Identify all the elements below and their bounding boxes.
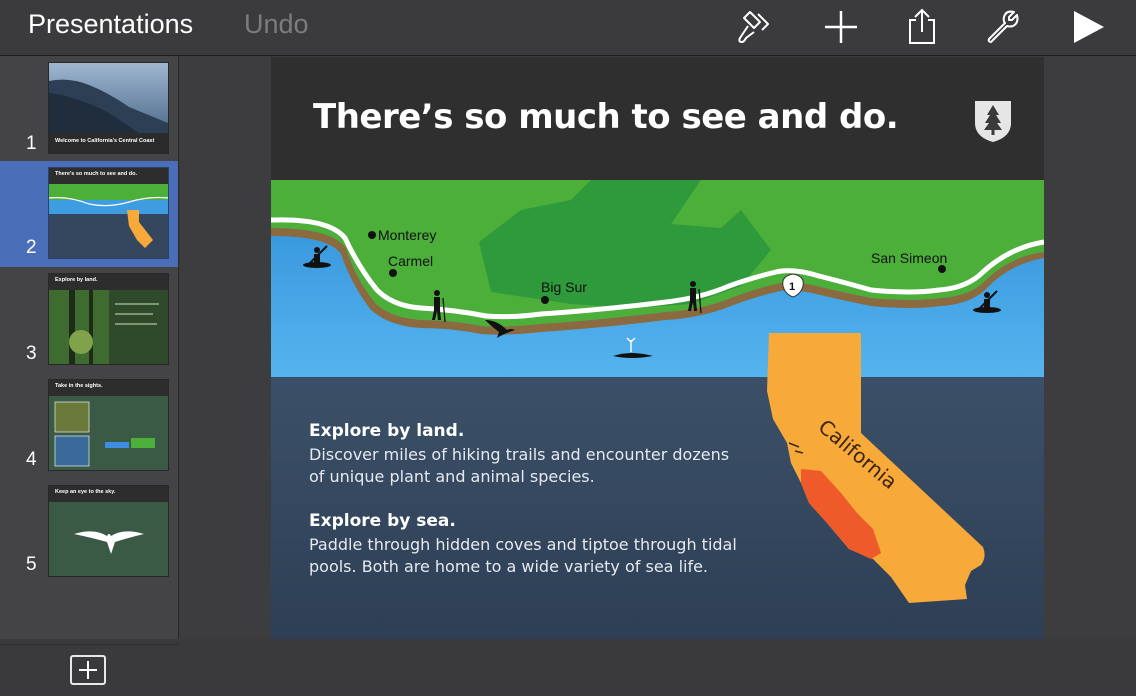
map-preview: [49, 184, 168, 258]
slide-number: 3: [26, 343, 37, 364]
map-marker: [389, 269, 397, 277]
slide-number: 5: [26, 554, 37, 575]
slide-preview: There's so much to see and do.: [49, 168, 168, 258]
slide-navigator: 1 Welcome to California's Central Coast …: [0, 56, 179, 685]
play-icon[interactable]: [1068, 8, 1106, 46]
slide-title: Welcome to California's Central Coast: [55, 138, 155, 144]
california-map: California: [767, 333, 985, 603]
share-icon[interactable]: [903, 8, 941, 46]
slide-preview: Keep an eye to the sky.: [49, 486, 168, 576]
label-big-sur: Big Sur: [541, 279, 587, 295]
chart-preview: [49, 396, 168, 470]
sea-section[interactable]: Explore by sea. Paddle through hidden co…: [309, 511, 739, 578]
add-slide-area: [0, 644, 178, 696]
slide-title: Explore by land.: [55, 277, 98, 283]
tree-badge-icon: [975, 101, 1011, 142]
undo-button[interactable]: Undo: [244, 9, 309, 40]
slide-thumbnail-4[interactable]: 4 Take in the sights.: [0, 373, 178, 479]
route-number: 1: [789, 281, 795, 293]
slide-number: 2: [26, 237, 37, 258]
slide-number: 1: [26, 133, 37, 154]
map-marker: [938, 265, 946, 273]
add-slide-button[interactable]: [70, 655, 106, 685]
plus-icon: [79, 661, 97, 679]
slide-thumbnail-5[interactable]: 5 Keep an eye to the sky.: [0, 479, 178, 585]
slide-preview: Take in the sights.: [49, 380, 168, 470]
paintbrush-icon[interactable]: [736, 8, 774, 46]
wrench-icon[interactable]: [984, 8, 1022, 46]
slide-title: There's so much to see and do.: [55, 171, 137, 177]
section-line: pools. Both are home to a wide variety o…: [309, 557, 709, 576]
section-line: of unique plant and animal species.: [309, 467, 595, 486]
map-marker: [368, 231, 376, 239]
section-heading: Explore by land.: [309, 421, 465, 441]
section-line: Paddle through hidden coves and tiptoe t…: [309, 535, 737, 554]
slide-title: Take in the sights.: [55, 383, 103, 389]
plus-icon[interactable]: [822, 8, 860, 46]
label-carmel: Carmel: [388, 253, 433, 269]
slide-preview: Welcome to California's Central Coast: [49, 63, 168, 153]
forest-photo: [49, 290, 168, 364]
slide-title[interactable]: There’s so much to see and do.: [313, 97, 899, 137]
land-section[interactable]: Explore by land. Discover miles of hikin…: [309, 421, 739, 488]
slide-thumbnail-1[interactable]: 1 Welcome to California's Central Coast: [0, 58, 178, 164]
label-monterey: Monterey: [378, 227, 436, 243]
presentations-button[interactable]: Presentations: [28, 9, 193, 40]
bird-preview: [49, 502, 168, 576]
slide-thumbnail-2[interactable]: 2 There's so much to see and do.: [0, 161, 178, 267]
label-san-simeon: San Simeon: [871, 250, 947, 266]
slide-number: 4: [26, 449, 37, 470]
section-heading: Explore by sea.: [309, 511, 456, 531]
slide-thumbnail-3[interactable]: 3 Explore by land.: [0, 267, 178, 373]
toolbar: Presentations Undo: [0, 0, 1136, 56]
current-slide[interactable]: There’s so much to see and do. Monterey …: [271, 57, 1044, 639]
slide-title: Keep an eye to the sky.: [55, 489, 116, 495]
section-line: Discover miles of hiking trails and enco…: [309, 445, 730, 464]
slide-preview: Explore by land.: [49, 274, 168, 364]
slide-header: There’s so much to see and do.: [271, 57, 1044, 180]
map-marker: [541, 296, 549, 304]
